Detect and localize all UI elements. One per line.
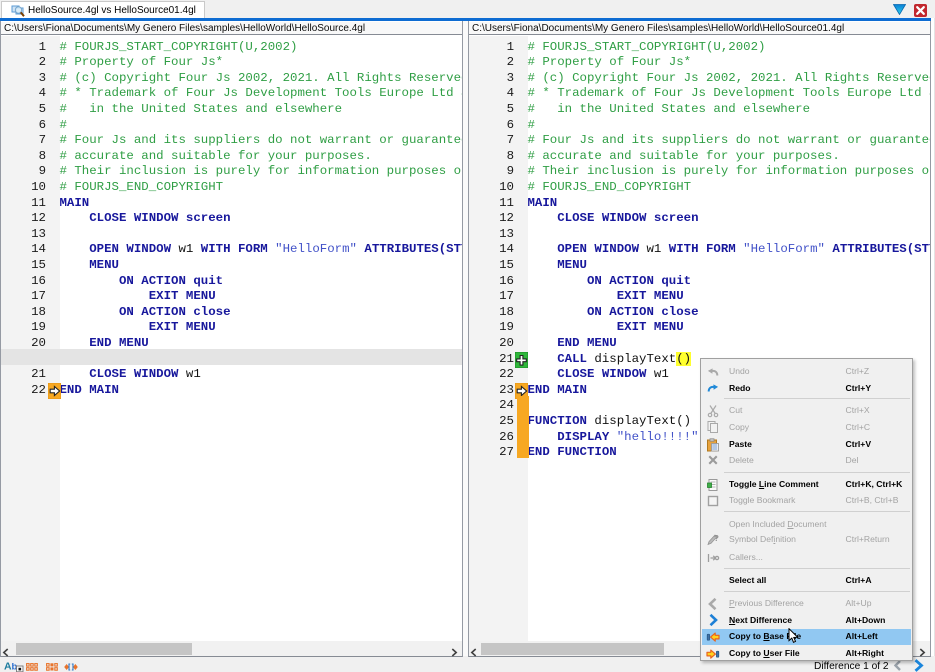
svg-text:?: ? bbox=[714, 534, 719, 543]
